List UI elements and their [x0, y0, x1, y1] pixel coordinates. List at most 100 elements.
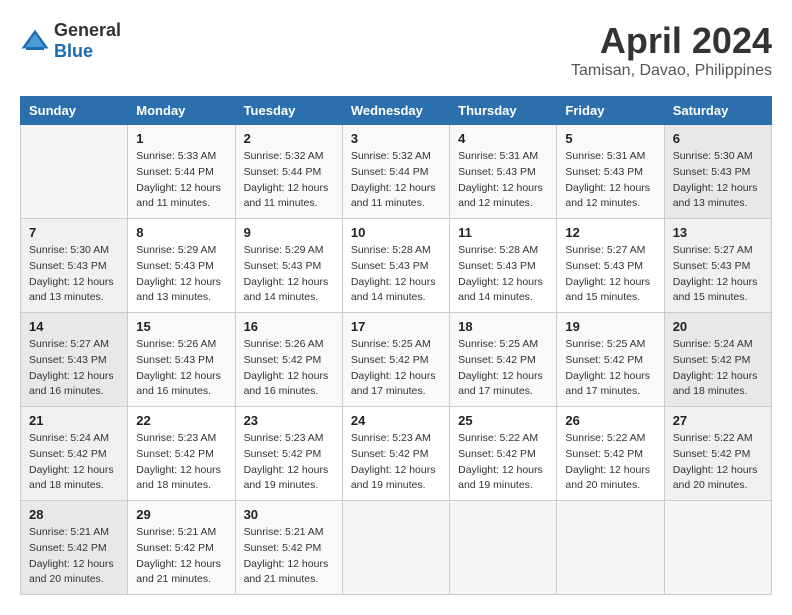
day-info: Sunrise: 5:27 AMSunset: 5:43 PMDaylight:…: [565, 243, 655, 306]
calendar-cell: 10Sunrise: 5:28 AMSunset: 5:43 PMDayligh…: [342, 219, 449, 313]
calendar-cell: 11 Sunrise: 5:28 AMSunset: 5:43 PMDayligh…: [450, 219, 557, 313]
header-day-tuesday: Tuesday: [235, 97, 342, 125]
day-info: Sunrise: 5:22 AMSunset: 5:42 PMDaylight:…: [673, 431, 763, 494]
day-info: Sunrise: 5:33 AMSunset: 5:44 PMDaylight:…: [136, 149, 226, 212]
calendar-cell: 20 Sunrise: 5:24 AMSunset: 5:42 PMDayligh…: [664, 313, 771, 407]
day-info: Sunrise: 5:22 AMSunset: 5:42 PMDaylight:…: [565, 431, 655, 494]
calendar-table: SundayMondayTuesdayWednesdayThursdayFrid…: [20, 96, 772, 595]
day-number: 14: [29, 319, 119, 334]
calendar-week-row: 7 Sunrise: 5:30 AMSunset: 5:43 PMDaylight…: [21, 219, 772, 313]
title-area: April 2024 Tamisan, Davao, Philippines: [571, 20, 772, 80]
day-number: 15: [136, 319, 226, 334]
calendar-cell: 29 Sunrise: 5:21 AMSunset: 5:42 PMDayligh…: [128, 501, 235, 595]
day-info: Sunrise: 5:22 AMSunset: 5:42 PMDaylight:…: [458, 431, 548, 494]
day-number: 28: [29, 507, 119, 522]
day-number: 5: [565, 131, 655, 146]
day-info: Sunrise: 5:27 AMSunset: 5:43 PMDaylight:…: [29, 337, 119, 400]
calendar-cell: 21 Sunrise: 5:24 AMSunset: 5:42 PMDayligh…: [21, 407, 128, 501]
day-number: 7: [29, 225, 119, 240]
day-info: Sunrise: 5:23 AMSunset: 5:42 PMDaylight:…: [136, 431, 226, 494]
calendar-cell: 8 Sunrise: 5:29 AMSunset: 5:43 PMDaylight…: [128, 219, 235, 313]
day-info: Sunrise: 5:25 AMSunset: 5:42 PMDaylight:…: [351, 337, 441, 400]
day-info: Sunrise: 5:29 AMSunset: 5:43 PMDaylight:…: [244, 243, 334, 306]
calendar-cell: 5 Sunrise: 5:31 AMSunset: 5:43 PMDaylight…: [557, 125, 664, 219]
calendar-cell: 18Sunrise: 5:25 AMSunset: 5:42 PMDayligh…: [450, 313, 557, 407]
day-info: Sunrise: 5:27 AMSunset: 5:43 PMDaylight:…: [673, 243, 763, 306]
day-info: Sunrise: 5:26 AMSunset: 5:43 PMDaylight:…: [136, 337, 226, 400]
day-number: 17: [351, 319, 441, 334]
header-day-saturday: Saturday: [664, 97, 771, 125]
calendar-cell: 17 Sunrise: 5:25 AMSunset: 5:42 PMDayligh…: [342, 313, 449, 407]
day-number: 19: [565, 319, 655, 334]
day-number: 12: [565, 225, 655, 240]
day-number: 16: [244, 319, 334, 334]
day-number: 11: [458, 225, 548, 240]
calendar-cell: [21, 125, 128, 219]
day-number: 23: [244, 413, 334, 428]
calendar-cell: 19Sunrise: 5:25 AMSunset: 5:42 PMDayligh…: [557, 313, 664, 407]
day-info: Sunrise: 5:21 AMSunset: 5:42 PMDaylight:…: [136, 525, 226, 588]
day-number: 25: [458, 413, 548, 428]
calendar-cell: 13 Sunrise: 5:27 AMSunset: 5:43 PMDayligh…: [664, 219, 771, 313]
calendar-cell: 27 Sunrise: 5:22 AMSunset: 5:42 PMDayligh…: [664, 407, 771, 501]
calendar-cell: 9 Sunrise: 5:29 AMSunset: 5:43 PMDaylight…: [235, 219, 342, 313]
day-info: Sunrise: 5:31 AMSunset: 5:43 PMDaylight:…: [565, 149, 655, 212]
day-number: 13: [673, 225, 763, 240]
day-number: 6: [673, 131, 763, 146]
day-number: 27: [673, 413, 763, 428]
calendar-cell: 26 Sunrise: 5:22 AMSunset: 5:42 PMDayligh…: [557, 407, 664, 501]
day-info: Sunrise: 5:24 AMSunset: 5:42 PMDaylight:…: [29, 431, 119, 494]
header-day-wednesday: Wednesday: [342, 97, 449, 125]
month-title: April 2024: [571, 20, 772, 62]
calendar-header-row: SundayMondayTuesdayWednesdayThursdayFrid…: [21, 97, 772, 125]
day-number: 22: [136, 413, 226, 428]
day-info: Sunrise: 5:23 AMSunset: 5:42 PMDaylight:…: [244, 431, 334, 494]
day-number: 30: [244, 507, 334, 522]
calendar-cell: [664, 501, 771, 595]
logo-icon: [20, 26, 50, 56]
calendar-cell: 24Sunrise: 5:23 AMSunset: 5:42 PMDayligh…: [342, 407, 449, 501]
header-day-monday: Monday: [128, 97, 235, 125]
calendar-week-row: 1Sunrise: 5:33 AMSunset: 5:44 PMDaylight…: [21, 125, 772, 219]
calendar-week-row: 28 Sunrise: 5:21 AMSunset: 5:42 PMDayligh…: [21, 501, 772, 595]
page-header: General Blue April 2024 Tamisan, Davao, …: [20, 20, 772, 80]
day-number: 26: [565, 413, 655, 428]
day-number: 21: [29, 413, 119, 428]
day-number: 8: [136, 225, 226, 240]
day-number: 4: [458, 131, 548, 146]
calendar-cell: 3Sunrise: 5:32 AMSunset: 5:44 PMDaylight…: [342, 125, 449, 219]
day-number: 29: [136, 507, 226, 522]
day-info: Sunrise: 5:32 AMSunset: 5:44 PMDaylight:…: [244, 149, 334, 212]
calendar-cell: 22 Sunrise: 5:23 AMSunset: 5:42 PMDayligh…: [128, 407, 235, 501]
calendar-cell: 30 Sunrise: 5:21 AMSunset: 5:42 PMDayligh…: [235, 501, 342, 595]
calendar-cell: [557, 501, 664, 595]
day-number: 20: [673, 319, 763, 334]
day-number: 2: [244, 131, 334, 146]
day-number: 3: [351, 131, 441, 146]
calendar-cell: 1Sunrise: 5:33 AMSunset: 5:44 PMDaylight…: [128, 125, 235, 219]
day-info: Sunrise: 5:29 AMSunset: 5:43 PMDaylight:…: [136, 243, 226, 306]
day-info: Sunrise: 5:21 AMSunset: 5:42 PMDaylight:…: [29, 525, 119, 588]
calendar-week-row: 14 Sunrise: 5:27 AMSunset: 5:43 PMDayligh…: [21, 313, 772, 407]
day-number: 9: [244, 225, 334, 240]
calendar-cell: 2 Sunrise: 5:32 AMSunset: 5:44 PMDaylight…: [235, 125, 342, 219]
calendar-cell: 15 Sunrise: 5:26 AMSunset: 5:43 PMDayligh…: [128, 313, 235, 407]
calendar-cell: 25 Sunrise: 5:22 AMSunset: 5:42 PMDayligh…: [450, 407, 557, 501]
day-info: Sunrise: 5:30 AMSunset: 5:43 PMDaylight:…: [29, 243, 119, 306]
calendar-cell: 16 Sunrise: 5:26 AMSunset: 5:42 PMDayligh…: [235, 313, 342, 407]
calendar-cell: [342, 501, 449, 595]
logo: General Blue: [20, 20, 121, 62]
location-text: Tamisan, Davao, Philippines: [571, 62, 772, 80]
day-info: Sunrise: 5:24 AMSunset: 5:42 PMDaylight:…: [673, 337, 763, 400]
day-info: Sunrise: 5:28 AMSunset: 5:43 PMDaylight:…: [351, 243, 441, 306]
day-info: Sunrise: 5:31 AMSunset: 5:43 PMDaylight:…: [458, 149, 548, 212]
day-info: Sunrise: 5:26 AMSunset: 5:42 PMDaylight:…: [244, 337, 334, 400]
day-info: Sunrise: 5:21 AMSunset: 5:42 PMDaylight:…: [244, 525, 334, 588]
calendar-cell: 12 Sunrise: 5:27 AMSunset: 5:43 PMDayligh…: [557, 219, 664, 313]
logo-wordmark: General Blue: [54, 20, 121, 62]
day-info: Sunrise: 5:28 AMSunset: 5:43 PMDaylight:…: [458, 243, 548, 306]
calendar-cell: 14 Sunrise: 5:27 AMSunset: 5:43 PMDayligh…: [21, 313, 128, 407]
header-day-sunday: Sunday: [21, 97, 128, 125]
calendar-cell: 6 Sunrise: 5:30 AMSunset: 5:43 PMDaylight…: [664, 125, 771, 219]
day-info: Sunrise: 5:30 AMSunset: 5:43 PMDaylight:…: [673, 149, 763, 212]
